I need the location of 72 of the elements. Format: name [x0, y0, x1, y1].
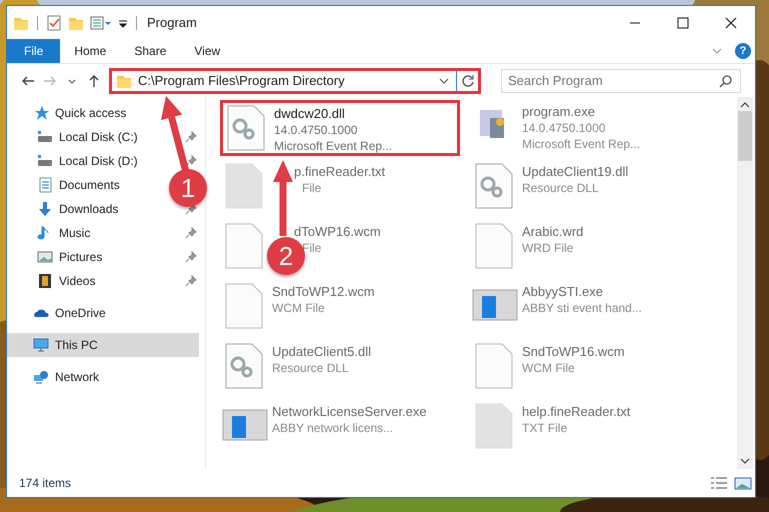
pin-icon[interactable] — [185, 227, 197, 239]
sidebar-item[interactable]: Music — [7, 221, 96, 245]
file-detail: WRD File — [522, 240, 574, 256]
drive-icon — [37, 129, 53, 145]
ribbon-tab[interactable]: Home — [60, 39, 120, 63]
sidebar-item[interactable]: Downloads — [7, 197, 124, 221]
file-detail: 14.0.4750.1000 — [522, 120, 606, 136]
file-name[interactable]: AbbyySTI.exe — [522, 284, 603, 300]
search-icon[interactable] — [719, 74, 733, 88]
sidebar-item[interactable]: Quick access — [7, 101, 132, 125]
file-name[interactable]: program.exe — [522, 104, 595, 120]
file-name[interactable]: dToWP16.wcm — [294, 224, 381, 240]
window-title: Program — [147, 15, 198, 30]
large-icons-view-icon[interactable] — [734, 476, 752, 490]
refresh-icon[interactable] — [460, 74, 474, 88]
file-name[interactable]: dwdcw20.dll — [274, 106, 345, 122]
pin-icon[interactable] — [185, 203, 197, 215]
sidebar-item[interactable]: Documents — [7, 173, 126, 197]
file-detail: WCM File — [522, 360, 575, 376]
file-name[interactable]: help.fineReader.txt — [522, 404, 630, 420]
drive-icon — [37, 153, 53, 169]
file-name[interactable]: NetworkLicenseServer.exe — [272, 404, 427, 420]
ribbon-tab[interactable]: File — [7, 39, 60, 63]
address-bar[interactable]: C:\Program Files\Program Directory — [109, 68, 481, 94]
scroll-up-icon[interactable] — [740, 101, 750, 109]
file-detail: Microsoft Event Rep... — [522, 136, 640, 152]
network-icon — [33, 369, 49, 385]
file-detail: Microsoft Event Rep... — [274, 138, 392, 154]
file-detail: ABBY sti event hand... — [522, 300, 642, 316]
pin-icon[interactable] — [185, 155, 197, 167]
file-name[interactable]: p.fineReader.txt — [294, 164, 386, 180]
file-name[interactable]: UpdateClient5.dll — [272, 344, 372, 360]
file-detail: Resource DLL — [522, 180, 599, 196]
scrollbar-thumb[interactable] — [738, 111, 752, 161]
file-name[interactable]: UpdateClient19.dll — [522, 164, 628, 180]
star-icon — [33, 105, 49, 121]
maximize-icon[interactable] — [675, 14, 691, 30]
ribbon-tab[interactable]: View — [180, 39, 234, 63]
sidebar-item[interactable]: Network — [7, 365, 106, 389]
sidebar-item[interactable]: Local Disk (D:) — [7, 149, 144, 173]
file-name[interactable]: SndToWP12.wcm — [272, 284, 375, 300]
item-count: 174 items — [19, 476, 72, 490]
download-icon — [37, 201, 53, 217]
videos-icon — [37, 273, 53, 289]
sidebar-item[interactable]: Local Disk (C:) — [7, 125, 144, 149]
search-field[interactable]: Search Program — [501, 68, 741, 92]
view-options-icon[interactable] — [90, 14, 112, 30]
sidebar-item[interactable]: Videos — [7, 269, 102, 293]
file-detail: 14.0.4750.1000 — [274, 122, 358, 138]
pc-icon — [33, 337, 49, 353]
file-detail: File — [302, 180, 322, 196]
properties-icon[interactable] — [46, 14, 62, 30]
pin-icon[interactable] — [185, 251, 197, 263]
file-detail: WCM File — [272, 300, 325, 316]
pin-icon[interactable] — [185, 275, 197, 287]
file-name[interactable]: Arabic.wrd — [522, 224, 584, 240]
sidebar-item[interactable]: This PC — [7, 333, 199, 357]
scroll-down-icon[interactable] — [740, 457, 750, 465]
scrollbar[interactable] — [737, 97, 753, 469]
file-name[interactable]: SndToWP16.wcm — [522, 344, 625, 360]
file-detail: ABBY network licens... — [272, 420, 394, 436]
details-view-icon[interactable] — [710, 476, 728, 490]
ribbon-tab[interactable]: Share — [120, 39, 180, 63]
file-detail: Resource DLL — [272, 360, 349, 376]
pin-icon[interactable] — [185, 131, 197, 143]
pictures-icon — [37, 249, 53, 265]
sidebar-item[interactable]: Pictures — [7, 245, 108, 269]
close-icon[interactable] — [723, 14, 739, 30]
doc-icon — [37, 177, 53, 193]
help-button[interactable]: ? — [735, 43, 751, 59]
sidebar-item[interactable]: OneDrive — [7, 301, 112, 325]
file-detail: TXT File — [522, 420, 568, 436]
